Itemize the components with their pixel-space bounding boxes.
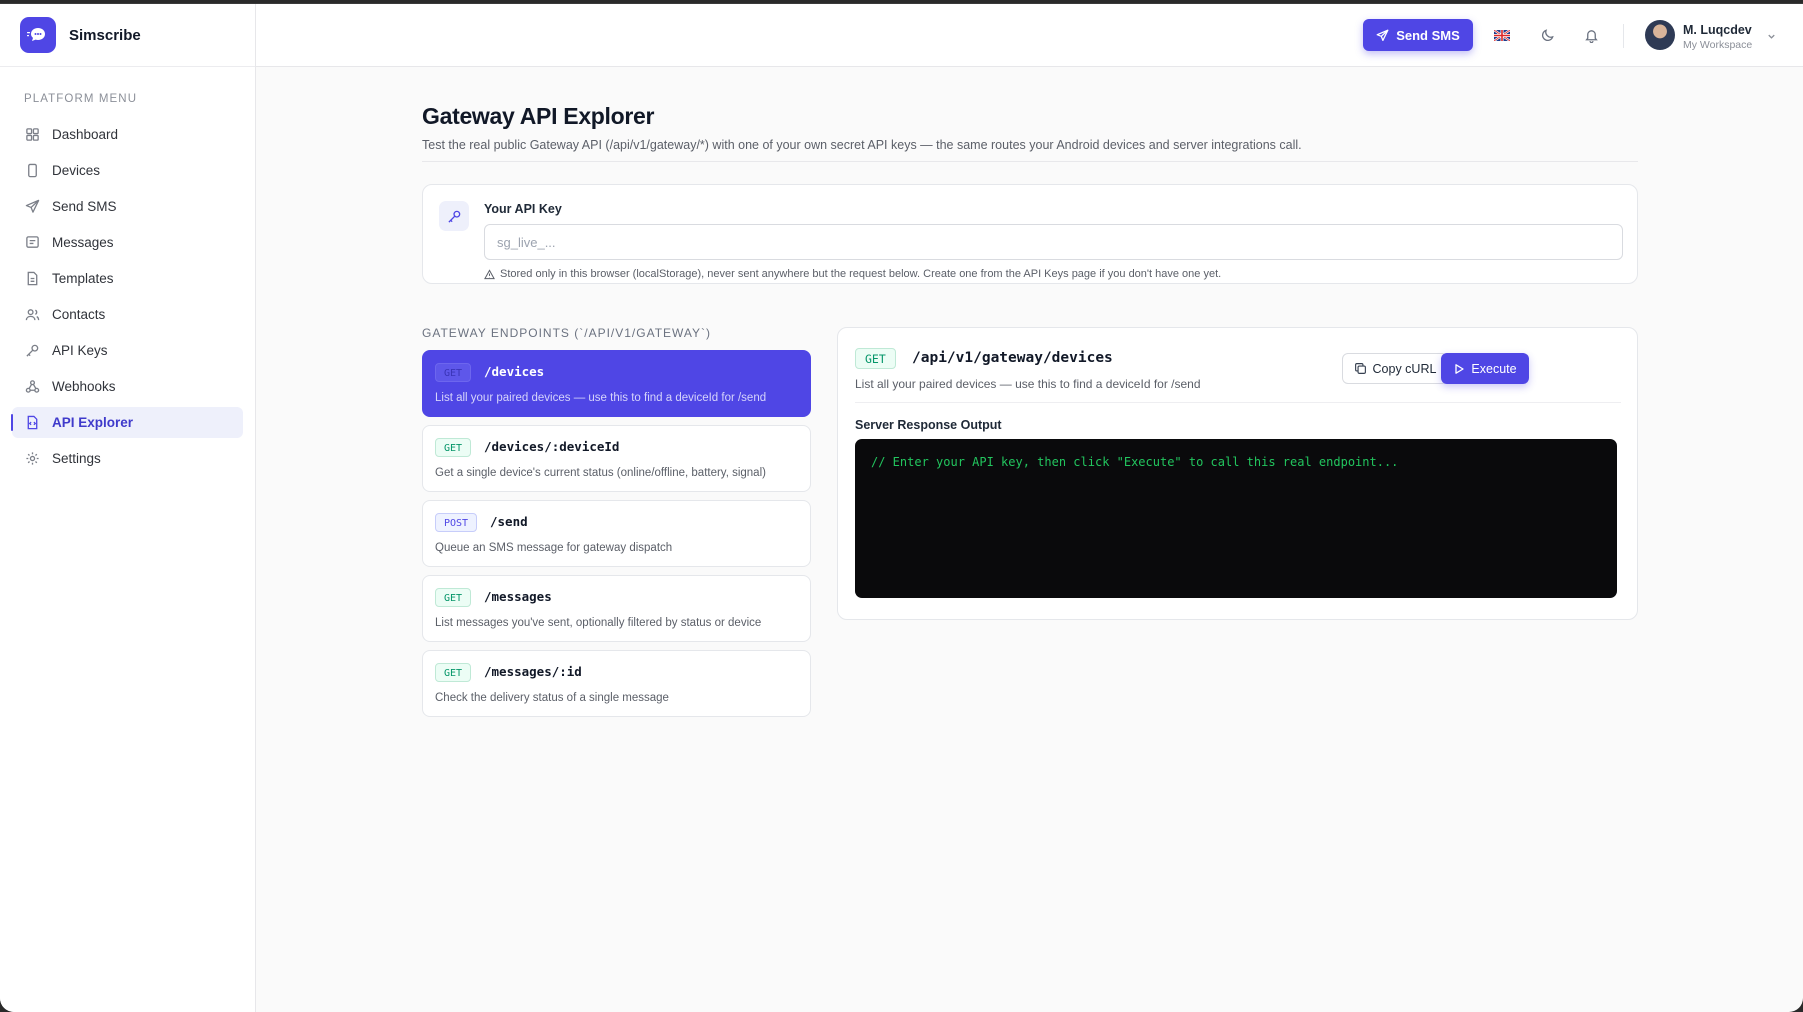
endpoint-item-send[interactable]: POST /send Queue an SMS message for gate… (422, 500, 811, 567)
workspace-name[interactable]: My Workspace (1683, 39, 1752, 51)
endpoint-path: /devices (484, 364, 545, 379)
method-badge: GET (855, 348, 896, 369)
topbar: Send SMS M. Luqcdev My Workspace (256, 4, 1803, 67)
endpoint-detail-panel: GET /api/v1/gateway/devices List all you… (837, 327, 1638, 620)
endpoint-path: /messages/:id (484, 664, 582, 679)
dashboard-icon (24, 127, 40, 143)
key-icon (439, 201, 469, 231)
warning-icon (484, 268, 495, 279)
page-subtitle: Test the real public Gateway API (/api/v… (422, 138, 1302, 152)
method-badge: GET (435, 363, 472, 382)
copy-curl-label: Copy cURL (1372, 361, 1437, 376)
sidebar-item-label: Devices (52, 163, 101, 178)
send-sms-label: Send SMS (1396, 27, 1460, 43)
webhook-icon (24, 379, 40, 395)
sidebar-item-label: Webhooks (52, 379, 116, 394)
api-key-card: Your API Key Stored only in this browser… (422, 184, 1638, 284)
endpoint-item-device-by-id[interactable]: GET /devices/:deviceId Get a single devi… (422, 425, 811, 492)
app-logo-icon (20, 17, 56, 53)
sidebar-item-label: Contacts (52, 307, 106, 322)
copy-curl-button[interactable]: Copy cURL (1342, 353, 1448, 384)
sidebar-item-templates[interactable]: Templates (12, 263, 243, 294)
sidebar-item-send-sms[interactable]: Send SMS (12, 191, 243, 222)
endpoint-item-message-by-id[interactable]: GET /messages/:id Check the delivery sta… (422, 650, 811, 717)
endpoint-desc: List messages you've sent, optionally fi… (435, 617, 762, 629)
page-title: Gateway API Explorer (422, 103, 655, 129)
divider (422, 161, 1638, 162)
sidebar-item-devices[interactable]: Devices (12, 155, 243, 186)
template-icon (24, 271, 40, 287)
send-icon (1376, 29, 1389, 41)
topbar-divider (1623, 24, 1624, 48)
sidebar-item-label: API Explorer (52, 415, 134, 430)
execute-label: Execute (1471, 361, 1517, 376)
method-badge: GET (435, 438, 472, 457)
app-window: Simscribe PLATFORM MENU Dashboard Device… (0, 3, 1803, 1012)
divider (855, 402, 1621, 403)
sidebar-item-settings[interactable]: Settings (12, 443, 243, 474)
play-icon (1455, 363, 1465, 374)
sidebar-menu: Dashboard Devices Send SMS Messages Temp… (0, 119, 255, 474)
brand[interactable]: Simscribe (0, 4, 255, 67)
sidebar-item-api-keys[interactable]: API Keys (12, 335, 243, 366)
contacts-icon (24, 307, 40, 323)
endpoints-title: GATEWAY ENDPOINTS (`/API/V1/GATEWAY`) (422, 326, 712, 340)
sidebar: Simscribe PLATFORM MENU Dashboard Device… (0, 4, 256, 1012)
sidebar-item-label: Messages (52, 235, 114, 250)
language-flag-icon[interactable] (1493, 26, 1511, 44)
send-icon (24, 199, 40, 215)
copy-icon (1354, 363, 1366, 374)
endpoint-desc: List all your paired devices — use this … (435, 392, 767, 404)
device-icon (24, 163, 40, 179)
sidebar-item-contacts[interactable]: Contacts (12, 299, 243, 330)
api-key-note: Stored only in this browser (localStorag… (484, 268, 1221, 280)
method-badge: POST (435, 513, 478, 532)
sidebar-item-label: Send SMS (52, 199, 117, 214)
response-output[interactable]: // Enter your API key, then click "Execu… (855, 439, 1617, 598)
method-badge: GET (435, 588, 472, 607)
endpoint-desc: Check the delivery status of a single me… (435, 692, 669, 704)
bell-icon[interactable] (1582, 26, 1600, 44)
app-name: Simscribe (69, 26, 141, 44)
endpoint-desc: Get a single device's current status (on… (435, 467, 766, 479)
response-label: Server Response Output (855, 418, 1002, 432)
response-text: // Enter your API key, then click "Execu… (871, 455, 1399, 469)
method-badge: GET (435, 663, 472, 682)
endpoint-detail-desc: List all your paired devices — use this … (855, 377, 1201, 391)
endpoint-path: /send (490, 514, 528, 529)
endpoint-item-devices[interactable]: GET /devices List all your paired device… (422, 350, 811, 417)
menu-title: PLATFORM MENU (24, 93, 138, 105)
avatar[interactable] (1645, 20, 1675, 50)
sidebar-item-label: Dashboard (52, 127, 119, 142)
sidebar-item-label: Templates (52, 271, 114, 286)
gear-icon (24, 451, 40, 467)
api-key-input[interactable] (484, 224, 1623, 260)
sidebar-item-dashboard[interactable]: Dashboard (12, 119, 243, 150)
key-icon (24, 343, 40, 359)
chevron-down-icon[interactable] (1766, 29, 1777, 47)
api-explorer-icon (24, 415, 40, 431)
endpoint-path: /devices/:deviceId (484, 439, 620, 454)
endpoint-list: GET /devices List all your paired device… (422, 350, 811, 725)
sidebar-item-label: Settings (52, 451, 101, 466)
endpoint-item-messages[interactable]: GET /messages List messages you've sent,… (422, 575, 811, 642)
endpoint-desc: Queue an SMS message for gateway dispatc… (435, 542, 673, 554)
send-sms-button[interactable]: Send SMS (1363, 19, 1473, 51)
sidebar-item-webhooks[interactable]: Webhooks (12, 371, 243, 402)
moon-icon[interactable] (1538, 26, 1556, 44)
endpoint-path: /messages (484, 589, 552, 604)
sidebar-item-messages[interactable]: Messages (12, 227, 243, 258)
main-content: Gateway API Explorer Test the real publi… (256, 67, 1803, 1012)
user-name[interactable]: M. Luqcdev (1683, 23, 1752, 37)
execute-button[interactable]: Execute (1441, 353, 1529, 384)
api-key-note-text: Stored only in this browser (localStorag… (500, 268, 1222, 280)
sidebar-item-label: API Keys (52, 343, 108, 358)
sidebar-item-api-explorer[interactable]: API Explorer (11, 407, 243, 438)
endpoint-full-path: /api/v1/gateway/devices (912, 350, 1113, 366)
message-icon (24, 235, 40, 251)
api-key-label: Your API Key (484, 202, 562, 216)
